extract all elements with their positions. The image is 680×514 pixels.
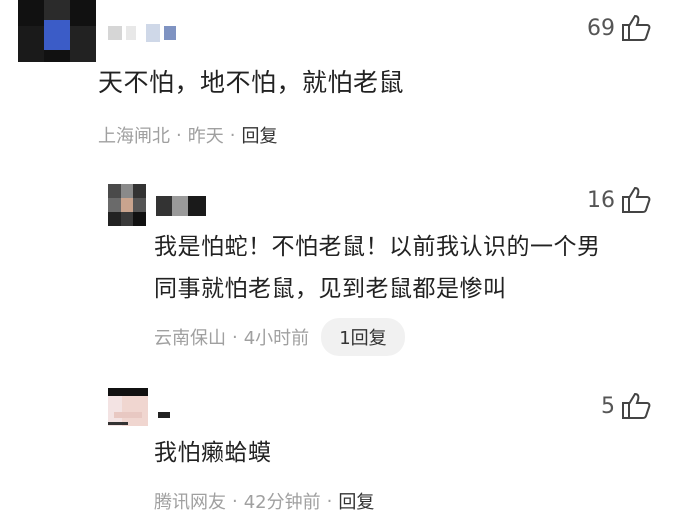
separator: ·	[232, 326, 238, 348]
comment-text: 我怕癞蛤蟆	[154, 440, 272, 466]
username[interactable]	[156, 196, 208, 216]
username[interactable]	[108, 24, 188, 44]
like-count: 5	[601, 393, 615, 419]
thumbs-up-icon	[621, 14, 651, 42]
username[interactable]	[158, 410, 172, 430]
timestamp: 4小时前	[243, 328, 310, 349]
timestamp: 42分钟前	[243, 492, 321, 513]
comment-text: 我是怕蛇！不怕老鼠！以前我认识的一个男 同事就怕老鼠，见到老鼠都是惨叫	[154, 226, 601, 310]
separator: ·	[326, 490, 333, 512]
like-button[interactable]: 5	[601, 392, 651, 420]
reply-button[interactable]: 回复	[241, 122, 277, 148]
thumbs-up-icon	[621, 392, 651, 420]
comment-text: 天不怕，地不怕，就怕老鼠	[98, 68, 405, 97]
location: 云南保山	[154, 328, 226, 349]
like-button[interactable]: 69	[587, 14, 651, 42]
comment-text-line: 同事就怕老鼠，见到老鼠都是惨叫	[154, 276, 507, 302]
avatar[interactable]	[18, 0, 96, 62]
view-replies-button[interactable]: 1回复	[321, 318, 405, 356]
like-button[interactable]: 16	[587, 186, 651, 214]
comment-meta: 云南保山 · 4小时前 1回复	[154, 318, 405, 356]
separator: ·	[232, 490, 238, 512]
separator: ·	[176, 124, 182, 146]
location: 上海闸北	[98, 126, 170, 147]
like-count: 16	[587, 187, 615, 213]
avatar[interactable]	[108, 388, 148, 426]
avatar[interactable]	[108, 184, 146, 226]
location: 腾讯网友	[154, 492, 226, 513]
comment-text-line: 我是怕蛇！不怕老鼠！以前我认识的一个男	[154, 234, 601, 260]
comment-meta: 腾讯网友 · 42分钟前 · 回复	[154, 488, 374, 514]
thumbs-up-icon	[621, 186, 651, 214]
like-count: 69	[587, 15, 615, 41]
comment-meta: 上海闸北 · 昨天 · 回复	[98, 122, 277, 148]
timestamp: 昨天	[187, 126, 224, 147]
separator: ·	[229, 124, 236, 146]
reply-button[interactable]: 回复	[338, 488, 374, 514]
